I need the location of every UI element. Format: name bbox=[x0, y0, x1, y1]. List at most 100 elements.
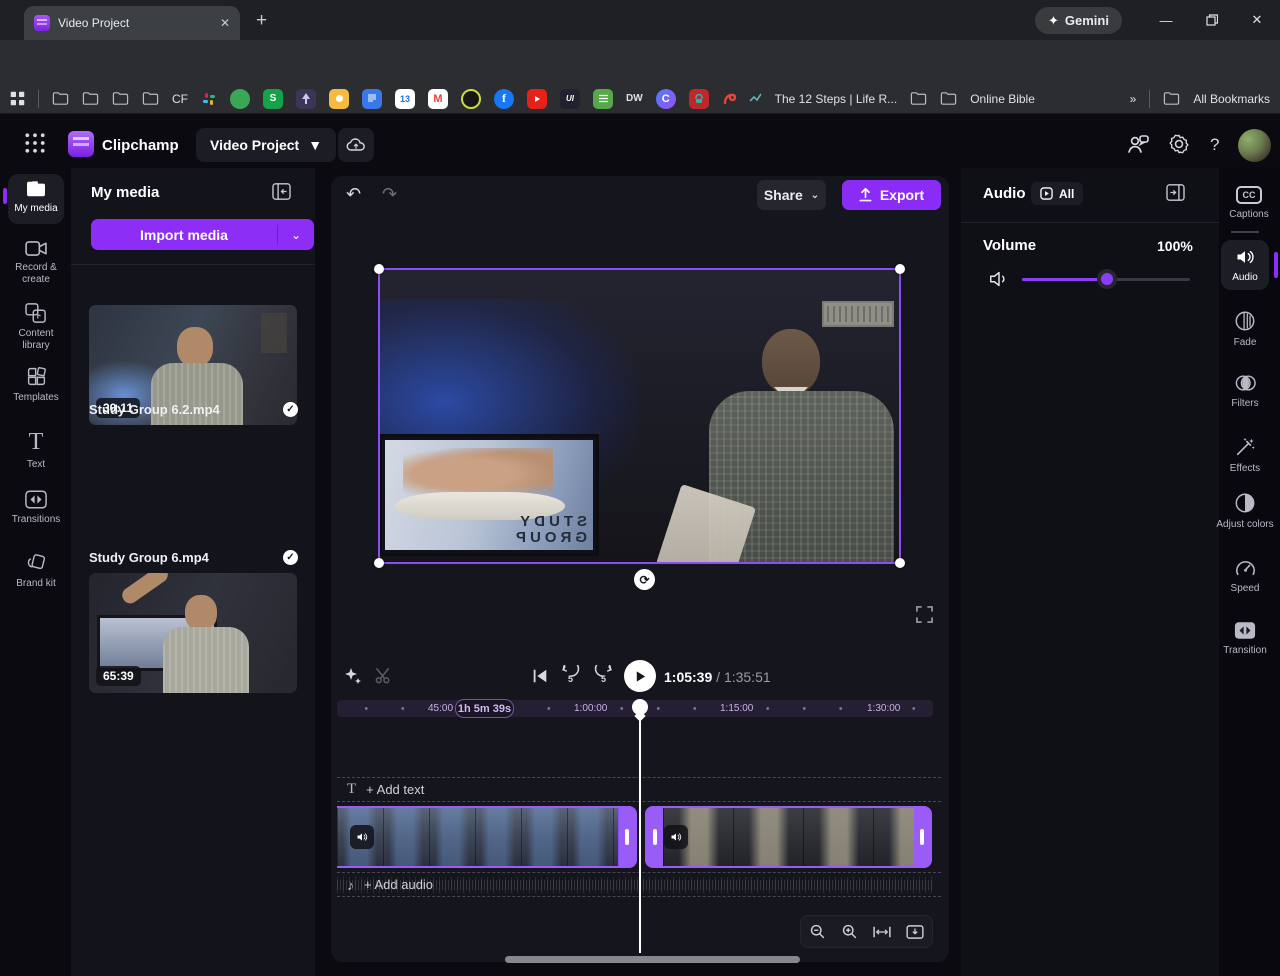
tool-transition[interactable]: Transition bbox=[1213, 621, 1277, 657]
bookmark-folder-icon[interactable] bbox=[940, 91, 957, 106]
all-bookmarks-folder-icon[interactable] bbox=[1163, 91, 1180, 106]
split-scissors-icon[interactable] bbox=[374, 666, 393, 685]
window-minimize-button[interactable]: — bbox=[1143, 0, 1189, 40]
new-tab-button[interactable]: + bbox=[256, 10, 267, 32]
bookmark-all-bookmarks[interactable]: All Bookmarks bbox=[1193, 92, 1270, 106]
timeline-settings-icon[interactable] bbox=[906, 925, 924, 939]
account-avatar[interactable] bbox=[1238, 129, 1271, 162]
rc-favicon[interactable] bbox=[461, 89, 481, 109]
clip-2-audio-icon[interactable] bbox=[664, 825, 688, 849]
sidebar-item-transitions[interactable]: Transitions bbox=[4, 490, 68, 526]
collapse-panel-icon[interactable] bbox=[272, 183, 291, 200]
bookmarks-overflow-chevron[interactable]: » bbox=[1130, 92, 1137, 106]
resize-handle-top-right[interactable] bbox=[895, 264, 905, 274]
list-favicon[interactable] bbox=[593, 89, 613, 109]
media-item-thumbnail[interactable]: 65:39 bbox=[89, 573, 297, 693]
bookmark-folder-icon[interactable] bbox=[142, 91, 159, 106]
ui-favicon[interactable]: UI bbox=[560, 89, 580, 109]
import-options-chevron-icon[interactable]: ⌄ bbox=[278, 228, 314, 242]
volume-slider-thumb[interactable] bbox=[1097, 269, 1117, 289]
calendar-favicon[interactable]: 13 bbox=[395, 89, 415, 109]
keep-favicon[interactable] bbox=[329, 89, 349, 109]
tool-audio[interactable]: Audio bbox=[1221, 240, 1269, 290]
window-close-button[interactable]: ✕ bbox=[1234, 0, 1280, 40]
sidebar-item-brand-kit[interactable]: Brand kit bbox=[4, 552, 68, 590]
clip-1-right-trim-handle[interactable] bbox=[619, 808, 635, 866]
bookmark-twelve-steps[interactable]: The 12 Steps | Life R... bbox=[775, 92, 898, 106]
facebook-favicon[interactable]: f bbox=[494, 89, 514, 109]
gmail-favicon[interactable]: M bbox=[428, 89, 448, 109]
clip-2-left-trim-handle[interactable] bbox=[647, 808, 663, 866]
playhead-line[interactable] bbox=[639, 716, 641, 953]
tool-speed[interactable]: Speed bbox=[1213, 558, 1277, 595]
ruler-tick: 1:30:00 bbox=[864, 703, 903, 714]
tool-effects[interactable]: Effects bbox=[1213, 436, 1277, 475]
tool-adjust-colors[interactable]: Adjust colors bbox=[1213, 492, 1277, 531]
inspector-title: Audio bbox=[983, 185, 1026, 202]
forward-5s-icon[interactable]: 5 bbox=[594, 665, 613, 684]
auto-enhance-icon[interactable] bbox=[343, 666, 363, 686]
app-launcher-icon[interactable] bbox=[24, 132, 46, 154]
feedback-icon[interactable] bbox=[1126, 133, 1150, 155]
hook-favicon[interactable] bbox=[722, 92, 736, 106]
import-media-button[interactable]: Import media ⌄ bbox=[91, 219, 314, 250]
bookmark-online-bible[interactable]: Online Bible bbox=[970, 92, 1035, 106]
tool-fade[interactable]: Fade bbox=[1213, 310, 1277, 349]
timeline-scrollbar[interactable] bbox=[505, 956, 800, 963]
youtube-favicon[interactable] bbox=[527, 89, 547, 109]
clip-1-audio-icon[interactable] bbox=[350, 825, 374, 849]
apps-grid-icon[interactable] bbox=[10, 91, 25, 106]
skip-to-start-icon[interactable] bbox=[531, 667, 549, 685]
bookmark-folder-icon[interactable] bbox=[112, 91, 129, 106]
dw-favicon[interactable]: DW bbox=[626, 93, 643, 104]
audio-scope-badge[interactable]: All bbox=[1031, 182, 1083, 205]
project-name-menu[interactable]: Video Project ▼ bbox=[196, 128, 336, 162]
sidebar-item-templates[interactable]: Templates bbox=[4, 366, 68, 404]
slack-favicon[interactable] bbox=[201, 91, 217, 107]
gemini-label: Gemini bbox=[1065, 13, 1109, 28]
settings-gear-icon[interactable] bbox=[1168, 133, 1190, 155]
window-restore-button[interactable] bbox=[1189, 0, 1235, 40]
preview-video[interactable]: STUDY GROUP bbox=[379, 269, 900, 563]
docs-favicon[interactable] bbox=[362, 89, 382, 109]
resize-handle-bottom-right[interactable] bbox=[895, 558, 905, 568]
sidebar-item-text[interactable]: T Text bbox=[4, 430, 68, 471]
rewind-5s-icon[interactable]: 5 bbox=[561, 665, 580, 684]
c-favicon[interactable]: C bbox=[656, 89, 676, 109]
rotate-handle[interactable]: ⟳ bbox=[634, 569, 655, 590]
tool-captions[interactable]: CC Captions bbox=[1217, 186, 1280, 221]
thumbnail-person-head bbox=[185, 595, 217, 631]
zoom-out-icon[interactable] bbox=[809, 923, 826, 940]
help-icon[interactable]: ? bbox=[1210, 135, 1219, 155]
bookmark-cf[interactable]: CF bbox=[172, 92, 188, 106]
tab-close-icon[interactable]: ✕ bbox=[220, 16, 230, 30]
bookmark-folder-icon[interactable] bbox=[910, 91, 927, 106]
bookmark-folder-icon[interactable] bbox=[52, 91, 69, 106]
tree-favicon[interactable] bbox=[296, 89, 316, 109]
gloo-favicon[interactable] bbox=[230, 89, 250, 109]
tool-filters[interactable]: Filters bbox=[1213, 373, 1277, 410]
redo-icon[interactable]: ↷ bbox=[382, 184, 397, 205]
undo-icon[interactable]: ↶ bbox=[346, 184, 361, 205]
timeline-clip-1[interactable] bbox=[337, 806, 637, 868]
fullscreen-icon[interactable] bbox=[916, 606, 933, 623]
cloud-sync-button[interactable] bbox=[338, 128, 374, 162]
sidebar-item-record-create[interactable]: Record & create bbox=[4, 240, 68, 286]
gemini-button[interactable]: ✦ Gemini bbox=[1035, 7, 1122, 34]
bookmark-folder-icon[interactable] bbox=[82, 91, 99, 106]
sidebar-item-content-library[interactable]: Content library bbox=[4, 303, 68, 352]
play-button[interactable] bbox=[624, 660, 656, 692]
browser-tab[interactable]: Video Project ✕ bbox=[24, 6, 240, 40]
resize-handle-bottom-left[interactable] bbox=[374, 558, 384, 568]
clip-2-right-trim-handle[interactable] bbox=[914, 808, 930, 866]
zoom-in-icon[interactable] bbox=[841, 923, 858, 940]
collapse-inspector-icon[interactable] bbox=[1166, 184, 1185, 201]
resize-handle-top-left[interactable] bbox=[374, 264, 384, 274]
s-favicon[interactable]: S bbox=[263, 89, 283, 109]
sidebar-item-my-media[interactable]: My media bbox=[8, 174, 64, 224]
timeline-clip-2[interactable] bbox=[645, 806, 932, 868]
export-button[interactable]: Export bbox=[842, 180, 941, 210]
lock-favicon[interactable] bbox=[689, 89, 709, 109]
share-button[interactable]: Share ⌄ bbox=[757, 180, 826, 210]
fit-to-screen-icon[interactable] bbox=[873, 925, 891, 939]
